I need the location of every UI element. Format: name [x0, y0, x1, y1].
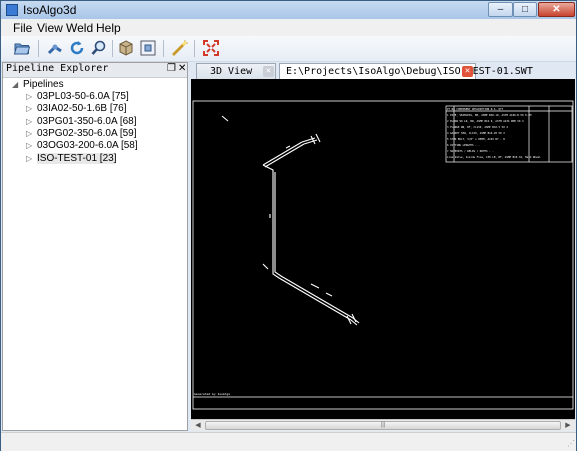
minimize-button[interactable]: – — [488, 2, 513, 17]
status-bar: ⋰ — [1, 432, 576, 451]
collapsed-arrow-icon[interactable]: ▷ — [26, 92, 32, 101]
bom-row: PT NO COMPONENT DESCRIPTION N.S. QTY — [447, 107, 504, 111]
maximize-button[interactable]: □ — [513, 2, 537, 17]
open-folder-icon[interactable] — [13, 39, 31, 57]
pipeline-item[interactable]: ▷ 03PG02-350-6.0A [59] — [3, 128, 187, 140]
menu-bar: File View Weld Help — [1, 19, 576, 36]
isometric-drawing: PT NO COMPONENT DESCRIPTION N.S. QTY 1 PI… — [192, 100, 574, 410]
toolbar — [1, 36, 576, 62]
tree-root-pipelines[interactable]: ◢ Pipelines — [3, 79, 187, 91]
toolbar-separator — [38, 40, 39, 57]
pipeline-item-label: 03PG01-350-6.0A [68] — [37, 115, 137, 127]
close-button[interactable]: ✕ — [538, 2, 575, 17]
pipeline-item[interactable]: ▷ 03IA02-50-1.6B [76] — [3, 103, 187, 115]
window-title: IsoAlgo3d — [23, 3, 77, 17]
cube-icon[interactable] — [117, 39, 135, 57]
bom-row: 6 CUTTING LENGTHS - - — [447, 143, 480, 147]
pipeline-item-label: 03OG03-200-6.0A [58] — [37, 140, 138, 152]
menu-weld[interactable]: Weld — [66, 21, 93, 35]
pipeline-item-label: 03PG02-350-6.0A [59] — [37, 127, 137, 139]
pipeline-explorer-panel: Pipeline Explorer ❐ ✕ ◢ Pipelines ▷ 03PL0… — [2, 62, 188, 431]
refresh-icon[interactable] — [68, 39, 86, 57]
bom-row: 3 FLANGE WN, RF, CL150, ASME B16.5 50 2 — [447, 125, 508, 129]
bom-row: Line Valve, Inside Flow, 150 LB, RF, ASM… — [447, 155, 541, 159]
toolbar-separator — [112, 40, 113, 57]
drawing-frame — [192, 100, 574, 410]
bom-row: 1 PIPE, SEAMLESS, BE, ASME B36.10, ASTM … — [447, 113, 532, 117]
menu-file[interactable]: File — [13, 21, 32, 35]
collapsed-arrow-icon[interactable]: ▷ — [26, 154, 32, 163]
pipeline-item[interactable]: ▷ 03PL03-50-6.0A [75] — [3, 91, 187, 103]
collapsed-arrow-icon[interactable]: ▷ — [26, 104, 32, 113]
explorer-header: Pipeline Explorer ❐ ✕ — [3, 63, 187, 78]
isometric-pipe — [221, 115, 360, 326]
tab-label: E:\Projects\IsoAlgo\Debug\ISO-TEST-01.SW… — [286, 66, 533, 77]
bom-row: 2 ELBOW 90 LR, BW, ASME B16.9, ASTM A234… — [447, 119, 524, 123]
bom-row: 7 SUPPORTS / WELDS / NOTES - - — [447, 149, 494, 153]
magic-wand-icon[interactable] — [170, 39, 188, 57]
expanded-arrow-icon[interactable]: ◢ — [12, 80, 18, 89]
menu-view[interactable]: View — [37, 21, 63, 35]
pipeline-item[interactable]: ▷ 03OG03-200-6.0A [58] — [3, 140, 187, 152]
explorer-title: Pipeline Explorer — [6, 63, 109, 74]
horizontal-scrollbar[interactable]: ◀ ||| ▶ — [191, 419, 575, 431]
scrollbar-thumb[interactable]: ||| — [205, 421, 561, 430]
drawing-footer-note: Generated by IsoAlgo — [194, 392, 230, 396]
pipeline-item-label: 03IA02-50-1.6B [76] — [37, 103, 127, 115]
scroll-left-arrow-icon[interactable]: ◀ — [192, 420, 204, 431]
document-tab-bar: 3D View ✕ E:\Projects\IsoAlgo\Debug\ISO-… — [191, 62, 576, 79]
collapsed-arrow-icon[interactable]: ▷ — [26, 117, 32, 126]
close-panel-icon[interactable]: ✕ — [178, 63, 186, 74]
pipe-icon[interactable] — [46, 39, 64, 57]
pipeline-item[interactable]: ▷ ISO-TEST-01 [23] — [3, 152, 187, 165]
bom-text: PT NO COMPONENT DESCRIPTION N.S. QTY 1 PI… — [447, 107, 541, 159]
bom-row: 5 STUD BOLT, 5/8" x 85MM, A193 B7 - 8 — [447, 137, 505, 141]
close-tab-icon[interactable]: ✕ — [462, 66, 473, 77]
tab-3d-view[interactable]: 3D View ✕ — [196, 63, 276, 79]
explode-icon[interactable] — [202, 39, 220, 57]
pipeline-item-label: ISO-TEST-01 [23] — [37, 152, 117, 164]
title-bar[interactable]: IsoAlgo3d – □ ✕ — [1, 1, 576, 19]
bom-row: 4 GASKET SPW, CL150, ASME B16.20 50 2 — [447, 131, 505, 135]
fit-view-icon[interactable] — [139, 39, 157, 57]
pipeline-item-label: 03PL03-50-6.0A [75] — [37, 91, 129, 102]
scroll-right-arrow-icon[interactable]: ▶ — [562, 420, 574, 431]
float-panel-icon[interactable]: ❐ — [167, 63, 176, 74]
resize-grip-icon[interactable]: ⋰ — [567, 439, 575, 448]
drawing-viewport[interactable]: PT NO COMPONENT DESCRIPTION N.S. QTY 1 PI… — [191, 79, 575, 419]
zoom-icon[interactable] — [90, 39, 108, 57]
menu-help[interactable]: Help — [96, 21, 121, 35]
app-window: IsoAlgo3d – □ ✕ File View Weld Help Pipe… — [0, 0, 577, 451]
collapsed-arrow-icon[interactable]: ▷ — [26, 141, 32, 150]
tree-root-label: Pipelines — [23, 79, 64, 90]
toolbar-separator — [163, 40, 164, 57]
close-tab-icon[interactable]: ✕ — [263, 66, 274, 77]
pipeline-item[interactable]: ▷ 03PG01-350-6.0A [68] — [3, 116, 187, 128]
tab-label: 3D View — [210, 66, 253, 77]
toolbar-separator — [194, 40, 195, 57]
collapsed-arrow-icon[interactable]: ▷ — [26, 129, 32, 138]
app-icon — [6, 4, 18, 16]
tab-iso-drawing[interactable]: E:\Projects\IsoAlgo\Debug\ISO-TEST-01.SW… — [279, 63, 533, 79]
